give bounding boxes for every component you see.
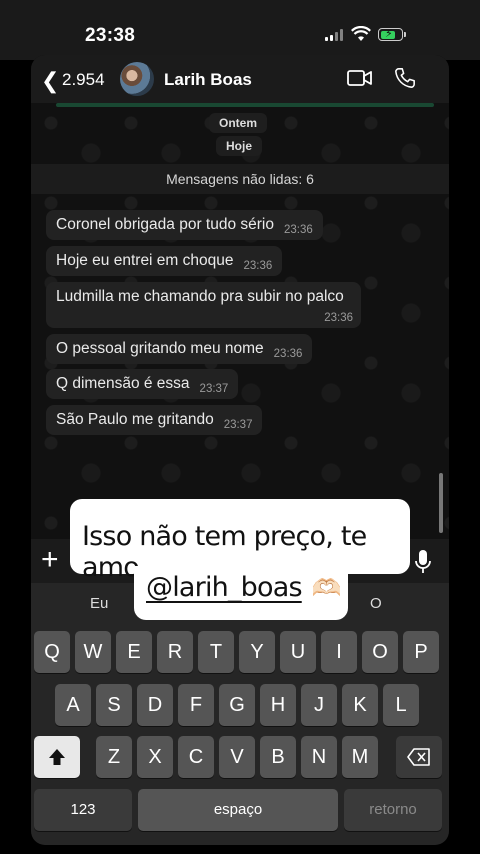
cellular-signal-icon (325, 29, 343, 41)
message-list[interactable]: Ontem Hoje Mensagens não lidas: 6 Corone… (31, 103, 449, 543)
key-q[interactable]: Q (34, 631, 70, 673)
story-text-line-1: Isso não tem preço, te amo (70, 499, 410, 583)
message-bubble[interactable]: São Paulo me gritando 23:37 (46, 405, 263, 435)
status-bar: 23:38 ⚡ (0, 0, 480, 60)
message-time: 23:37 (223, 419, 253, 431)
suggestion-eu[interactable]: Eu (90, 595, 108, 612)
message-text: São Paulo me gritando (56, 411, 214, 428)
message-text: Coronel obrigada por tudo sério (56, 216, 274, 233)
key-y[interactable]: Y (239, 631, 275, 673)
message-text: Q dimensão é essa (56, 375, 190, 392)
divider (56, 103, 434, 107)
message-text: Ludmilla me chamando pra subir no palco (56, 288, 344, 305)
key-o[interactable]: O (362, 631, 398, 673)
key-f[interactable]: F (178, 684, 214, 726)
backspace-icon[interactable] (396, 736, 442, 778)
contact-name[interactable]: Larih Boas (164, 70, 252, 90)
status-time: 23:38 (85, 25, 136, 46)
message-time: 23:36 (324, 312, 353, 324)
key-x[interactable]: X (137, 736, 173, 778)
message-time: 23:36 (243, 260, 273, 272)
date-chip-today: Hoje (216, 136, 263, 156)
mention-link[interactable]: @larih_boas (146, 572, 303, 603)
date-chip-yesterday: Ontem (209, 113, 268, 133)
back-unread-count[interactable]: 2.954 (62, 70, 105, 90)
key-c[interactable]: C (178, 736, 214, 778)
key-j[interactable]: J (301, 684, 337, 726)
message-time: 23:36 (273, 348, 303, 360)
key-r[interactable]: R (157, 631, 193, 673)
phone-icon[interactable] (394, 67, 416, 89)
message-bubble[interactable]: Q dimensão é essa 23:37 (46, 369, 239, 399)
message-text: Hoje eu entrei em choque (56, 252, 234, 269)
story-text-line-2: @larih_boas 🫶🏻 (134, 566, 348, 620)
key-h[interactable]: H (260, 684, 296, 726)
return-key[interactable]: retorno (344, 789, 442, 831)
numbers-key[interactable]: 123 (34, 789, 132, 831)
chevron-left-icon[interactable]: ❮ (41, 68, 59, 94)
key-t[interactable]: T (198, 631, 234, 673)
key-g[interactable]: G (219, 684, 255, 726)
key-n[interactable]: N (301, 736, 337, 778)
key-l[interactable]: L (383, 684, 419, 726)
suggestion-o[interactable]: O (370, 595, 382, 612)
key-a[interactable]: A (55, 684, 91, 726)
keyboard: Eu O Q W E R T Y U I O P A S D F G H J K… (31, 583, 449, 845)
chat-screen: ❮ 2.954 Larih Boas Ontem Hoje Mensagens … (31, 55, 449, 845)
message-bubble[interactable]: Ludmilla me chamando pra subir no palco 2… (46, 282, 361, 328)
key-m[interactable]: M (342, 736, 378, 778)
key-s[interactable]: S (96, 684, 132, 726)
space-key[interactable]: espaço (138, 789, 338, 831)
key-u[interactable]: U (280, 631, 316, 673)
message-bubble[interactable]: Coronel obrigada por tudo sério 23:36 (46, 210, 323, 240)
plus-icon[interactable]: + (41, 543, 59, 577)
microphone-icon[interactable] (414, 549, 432, 575)
key-z[interactable]: Z (96, 736, 132, 778)
key-e[interactable]: E (116, 631, 152, 673)
scrollbar[interactable] (439, 473, 443, 533)
key-v[interactable]: V (219, 736, 255, 778)
message-text: O pessoal gritando meu nome (56, 340, 264, 357)
wifi-icon (351, 26, 371, 41)
shift-icon[interactable] (34, 736, 80, 778)
video-camera-icon[interactable] (347, 69, 373, 87)
key-k[interactable]: K (342, 684, 378, 726)
message-time: 23:36 (284, 224, 313, 236)
battery-icon: ⚡ (378, 28, 406, 41)
key-w[interactable]: W (75, 631, 111, 673)
message-time: 23:37 (199, 383, 229, 395)
contact-avatar[interactable] (120, 62, 154, 96)
key-d[interactable]: D (137, 684, 173, 726)
message-bubble[interactable]: Hoje eu entrei em choque 23:36 (46, 246, 283, 276)
message-bubble[interactable]: O pessoal gritando meu nome 23:36 (46, 334, 313, 364)
unread-messages-banner: Mensagens não lidas: 6 (31, 164, 449, 194)
chat-header: ❮ 2.954 Larih Boas (31, 55, 449, 103)
key-p[interactable]: P (403, 631, 439, 673)
key-i[interactable]: I (321, 631, 357, 673)
key-b[interactable]: B (260, 736, 296, 778)
heart-hands-emoji: 🫶🏻 (311, 574, 342, 602)
